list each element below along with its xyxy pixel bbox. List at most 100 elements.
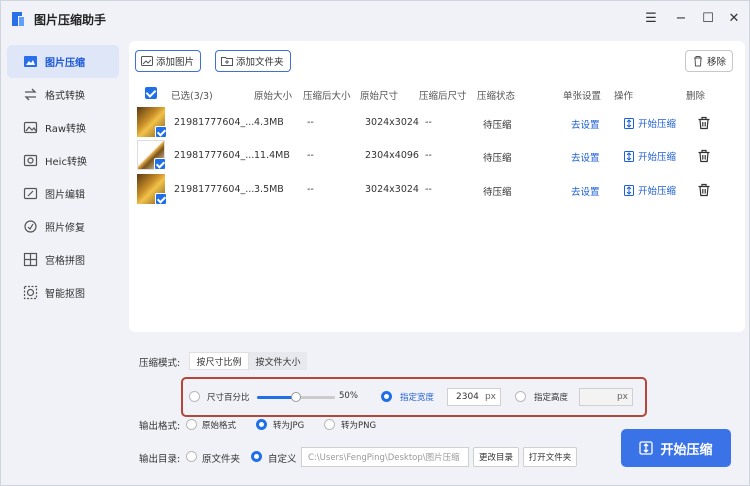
header-original-size: 原始大小 bbox=[254, 91, 293, 102]
table-row[interactable]: 21981777604_... 11.4MB -- 2304x4096 -- 待… bbox=[129, 140, 745, 173]
sidebar-item-heic-convert[interactable]: Heic转换 bbox=[7, 144, 119, 177]
original-size: 4.3MB bbox=[254, 117, 284, 128]
original-dimensions: 2304x4096 bbox=[365, 150, 419, 161]
start-compress-link[interactable]: 开始压缩 bbox=[624, 183, 676, 197]
heic-icon bbox=[22, 153, 38, 169]
sidebar-item-label: 图片压缩 bbox=[45, 58, 85, 69]
width-unit: px bbox=[484, 392, 496, 402]
file-name: 21981777604_... bbox=[174, 117, 255, 128]
sidebar-item-grid-collage[interactable]: 宫格拼图 bbox=[7, 243, 119, 276]
repair-icon bbox=[22, 219, 38, 235]
sidebar: 图片压缩 格式转换 Raw转换 Heic转换 图片编辑 照片修复 宫格拼图 智能… bbox=[1, 41, 125, 309]
format-jpg-radio[interactable] bbox=[256, 419, 267, 430]
row-checkbox[interactable] bbox=[154, 158, 166, 170]
compressed-size: -- bbox=[307, 117, 314, 128]
close-button[interactable]: ✕ bbox=[724, 9, 744, 29]
select-all-checkbox[interactable] bbox=[145, 87, 157, 99]
start-compress-label: 开始压缩 bbox=[638, 152, 677, 163]
sidebar-item-label: 格式转换 bbox=[45, 91, 85, 102]
file-list-panel: 添加图片 添加文件夹 移除 已选(3/3) 原始大小 压缩后大小 原始尺寸 压缩… bbox=[129, 41, 745, 332]
compressed-size: -- bbox=[307, 150, 314, 161]
width-input[interactable]: 2304 px bbox=[447, 388, 501, 406]
sidebar-item-image-compress[interactable]: 图片压缩 bbox=[7, 45, 119, 78]
remove-icon bbox=[693, 56, 702, 67]
trash-icon[interactable] bbox=[697, 149, 711, 163]
add-image-button[interactable]: 添加图片 bbox=[135, 50, 202, 72]
tab-by-size-ratio[interactable]: 按尺寸比例 bbox=[189, 352, 249, 370]
image-thumbnail bbox=[137, 174, 167, 205]
maximize-button[interactable]: ☐ bbox=[698, 9, 718, 29]
height-input[interactable]: px bbox=[579, 388, 633, 406]
minimize-button[interactable]: − bbox=[671, 9, 691, 29]
header-status: 压缩状态 bbox=[477, 91, 516, 102]
settings-link[interactable]: 去设置 bbox=[571, 184, 600, 198]
sidebar-item-photo-repair[interactable]: 照片修复 bbox=[7, 210, 119, 243]
remove-button[interactable]: 移除 bbox=[684, 50, 733, 72]
fixed-width-radio[interactable] bbox=[381, 391, 392, 402]
start-compress-label: 开始压缩 bbox=[638, 119, 677, 130]
row-checkbox[interactable] bbox=[155, 126, 167, 138]
compressed-dimensions: -- bbox=[425, 150, 432, 161]
edit-icon bbox=[22, 186, 38, 202]
file-name: 21981777604_... bbox=[174, 184, 255, 195]
table-row[interactable]: 21981777604_... 4.3MB -- 3024x3024 -- 待压… bbox=[129, 107, 745, 140]
fixed-height-label: 指定高度 bbox=[534, 393, 569, 403]
output-dir-label: 输出目录: bbox=[139, 454, 181, 465]
app-window: 图片压缩助手 ☰ − ☐ ✕ 图片压缩 格式转换 Raw转换 Heic转换 图片… bbox=[0, 0, 750, 486]
file-name: 21981777604_... bbox=[174, 150, 255, 161]
compressed-dimensions: -- bbox=[425, 117, 432, 128]
start-compress-button[interactable]: 开始压缩 bbox=[621, 429, 731, 467]
sidebar-item-label: Raw转换 bbox=[45, 124, 87, 135]
height-unit: px bbox=[616, 392, 628, 402]
dir-original-label: 原文件夹 bbox=[202, 454, 241, 465]
sidebar-item-smart-cutout[interactable]: 智能抠图 bbox=[7, 276, 119, 309]
start-compress-link[interactable]: 开始压缩 bbox=[624, 149, 676, 163]
dir-custom-label: 自定义 bbox=[268, 454, 297, 465]
fixed-height-radio[interactable] bbox=[515, 391, 526, 402]
format-original-radio[interactable] bbox=[186, 419, 197, 430]
app-logo-icon bbox=[12, 12, 24, 26]
menu-icon[interactable]: ☰ bbox=[641, 9, 661, 29]
settings-link[interactable]: 去设置 bbox=[571, 117, 600, 131]
sidebar-item-image-edit[interactable]: 图片编辑 bbox=[7, 177, 119, 210]
output-format-label: 输出格式: bbox=[139, 421, 181, 432]
header-operation: 操作 bbox=[614, 91, 634, 102]
add-folder-label: 添加文件夹 bbox=[236, 57, 284, 68]
output-path-input[interactable]: C:\Users\FengPing\Desktop\图片压缩 bbox=[301, 447, 469, 467]
open-folder-button[interactable]: 打开文件夹 bbox=[523, 447, 577, 467]
start-compress-link[interactable]: 开始压缩 bbox=[624, 116, 676, 130]
trash-icon[interactable] bbox=[697, 116, 711, 130]
sidebar-item-label: Heic转换 bbox=[45, 157, 87, 168]
format-png-label: 转为PNG bbox=[341, 421, 377, 431]
compress-action-icon bbox=[624, 184, 634, 196]
sidebar-item-raw-convert[interactable]: Raw转换 bbox=[7, 111, 119, 144]
table-row[interactable]: 21981777604_... 3.5MB -- 3024x3024 -- 待压… bbox=[129, 174, 745, 207]
add-image-label: 添加图片 bbox=[156, 57, 195, 68]
slider-handle[interactable] bbox=[291, 392, 301, 402]
header-original-dimensions: 原始尺寸 bbox=[360, 91, 399, 102]
change-dir-button[interactable]: 更改目录 bbox=[473, 447, 519, 467]
compress-action-icon bbox=[624, 150, 634, 162]
tab-by-file-size[interactable]: 按文件大小 bbox=[249, 352, 307, 370]
dir-custom-radio[interactable] bbox=[251, 451, 262, 462]
status-text: 待压缩 bbox=[483, 120, 512, 131]
trash-icon[interactable] bbox=[697, 183, 711, 197]
start-compress-label: 开始压缩 bbox=[638, 186, 677, 197]
format-png-radio[interactable] bbox=[324, 419, 335, 430]
grid-icon bbox=[22, 252, 38, 268]
original-size: 3.5MB bbox=[254, 184, 284, 195]
settings-link[interactable]: 去设置 bbox=[571, 150, 600, 164]
size-percent-radio[interactable] bbox=[189, 391, 200, 402]
header-compressed-size: 压缩后大小 bbox=[303, 91, 351, 102]
title-bar: 图片压缩助手 ☰ − ☐ ✕ bbox=[1, 1, 749, 37]
add-folder-icon bbox=[221, 57, 233, 66]
sidebar-item-format-convert[interactable]: 格式转换 bbox=[7, 78, 119, 111]
add-folder-button[interactable]: 添加文件夹 bbox=[215, 50, 291, 72]
compress-icon bbox=[22, 54, 38, 70]
original-dimensions: 3024x3024 bbox=[365, 117, 419, 128]
compressed-dimensions: -- bbox=[425, 184, 432, 195]
row-checkbox[interactable] bbox=[155, 193, 167, 205]
remove-label: 移除 bbox=[706, 57, 726, 68]
dir-original-radio[interactable] bbox=[186, 451, 197, 462]
original-size: 11.4MB bbox=[254, 150, 290, 161]
